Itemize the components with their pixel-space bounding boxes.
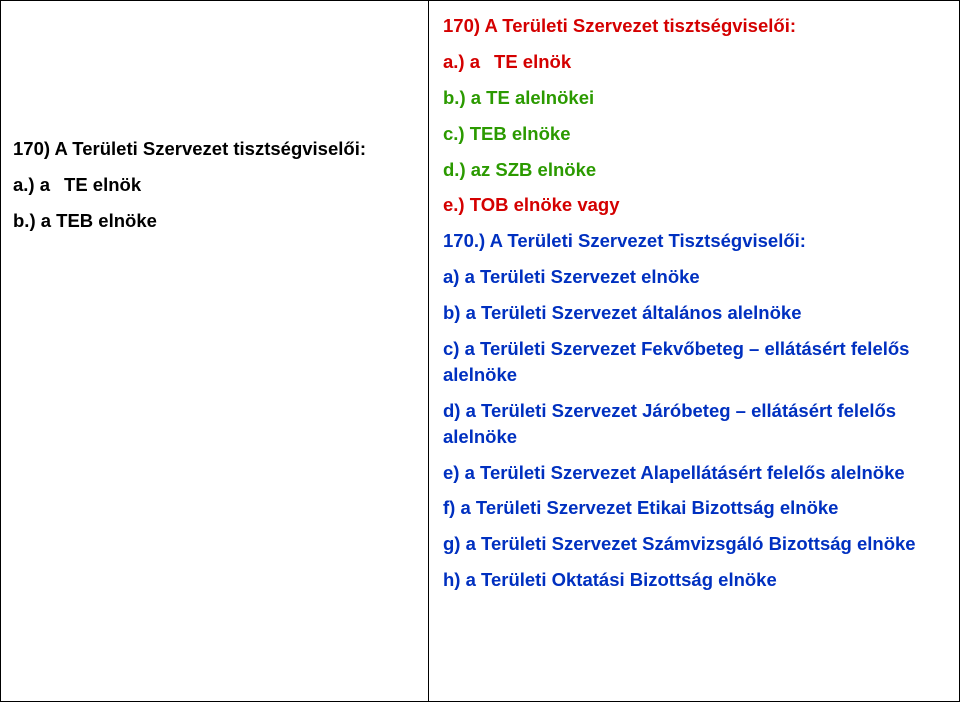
right-sub-c: c) a Területi Szervezet Fekvőbeteg – ell… — [443, 336, 947, 388]
right-item-a-role: TE elnök — [494, 51, 571, 72]
right-subheading: 170.) A Területi Szervezet Tisztségvisel… — [443, 228, 947, 254]
left-heading: 170) A Területi Szervezet tisztségviselő… — [13, 136, 416, 162]
right-sub-d: d) a Területi Szervezet Járóbeteg – ellá… — [443, 398, 947, 450]
right-item-b: b.) a TE alelnökei — [443, 85, 947, 111]
left-item-b: b.) a TEB elnöke — [13, 208, 416, 234]
page-container: 170) A Területi Szervezet tisztségviselő… — [0, 0, 960, 702]
left-item-a: a.) a TE elnök — [13, 172, 416, 198]
right-item-e: e.) TOB elnöke vagy — [443, 192, 947, 218]
right-sub-a: a) a Területi Szervezet elnöke — [443, 264, 947, 290]
left-column: 170) A Területi Szervezet tisztségviselő… — [0, 0, 429, 702]
left-content-block: 170) A Területi Szervezet tisztségviselő… — [13, 136, 416, 244]
right-item-c: c.) TEB elnöke — [443, 121, 947, 147]
right-heading: 170) A Területi Szervezet tisztségviselő… — [443, 13, 947, 39]
right-sub-f: f) a Területi Szervezet Etikai Bizottság… — [443, 495, 947, 521]
right-sub-g: g) a Területi Szervezet Számvizsgáló Biz… — [443, 531, 947, 557]
right-item-a: a.) a TE elnök — [443, 49, 947, 75]
right-item-d: d.) az SZB elnöke — [443, 157, 947, 183]
right-sub-e: e) a Területi Szervezet Alapellátásért f… — [443, 460, 947, 486]
left-item-a-role: TE elnök — [64, 174, 141, 195]
right-column: 170) A Területi Szervezet tisztségviselő… — [429, 0, 960, 702]
left-item-a-prefix: a.) a — [13, 174, 50, 195]
right-item-a-prefix: a.) a — [443, 51, 480, 72]
right-sub-b: b) a Területi Szervezet általános alelnö… — [443, 300, 947, 326]
right-sub-h: h) a Területi Oktatási Bizottság elnöke — [443, 567, 947, 593]
